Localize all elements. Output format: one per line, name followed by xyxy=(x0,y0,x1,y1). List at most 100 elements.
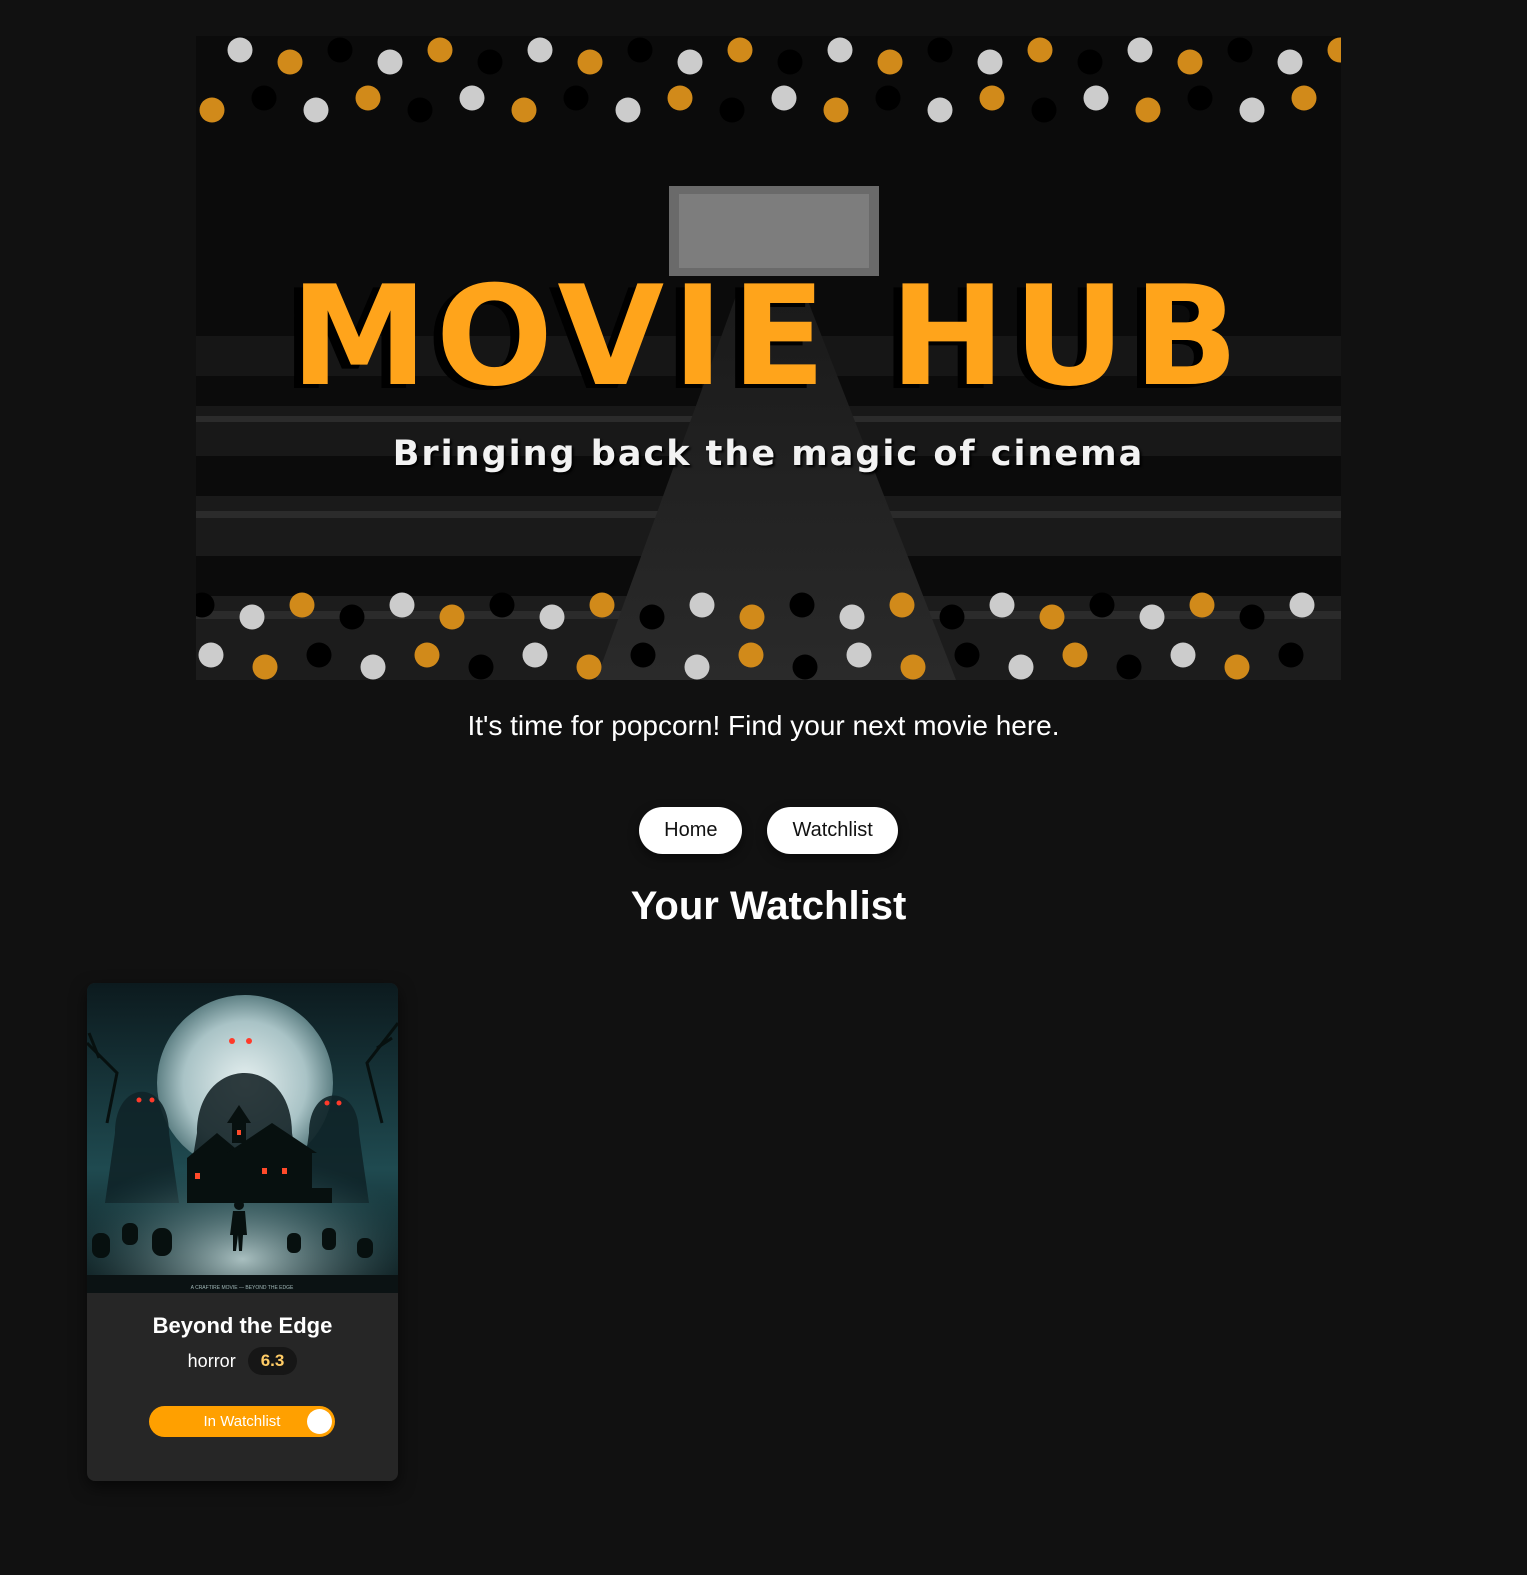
confetti-dot xyxy=(1039,604,1065,630)
confetti-dot xyxy=(977,49,1003,75)
confetti-dot xyxy=(877,49,903,75)
confetti-dot xyxy=(522,642,548,668)
confetti-dot xyxy=(639,604,665,630)
confetti-dot xyxy=(407,97,433,123)
confetti-dot xyxy=(954,642,980,668)
confetti-dot xyxy=(377,49,403,75)
confetti-dot xyxy=(1127,37,1153,63)
tagline: It's time for popcorn! Find your next mo… xyxy=(467,710,1060,741)
confetti-dot xyxy=(306,642,332,668)
confetti-dot xyxy=(1077,49,1103,75)
site-title: MOVIE HUB xyxy=(290,256,1247,417)
movie-genre: horror xyxy=(187,1350,236,1371)
confetti-dot xyxy=(1062,642,1088,668)
confetti-dot xyxy=(414,642,440,668)
confetti-dot xyxy=(563,85,589,111)
confetti-dot xyxy=(1027,37,1053,63)
confetti-dot xyxy=(823,97,849,123)
hero-banner: MOVIE HUB Bringing back the magic of cin… xyxy=(196,36,1341,680)
confetti-dot xyxy=(1277,49,1303,75)
confetti-dot xyxy=(251,85,277,111)
main-nav: Home Watchlist xyxy=(0,807,1527,854)
confetti-dot xyxy=(677,49,703,75)
confetti-dot xyxy=(1135,97,1161,123)
confetti-dot xyxy=(839,604,865,630)
confetti-dot xyxy=(439,604,465,630)
confetti-dot xyxy=(846,642,872,668)
confetti-dot xyxy=(589,592,615,618)
confetti-dot xyxy=(459,85,485,111)
poster-caption: A CRAFTIRE MOVIE — BEYOND THE EDGE xyxy=(191,1285,294,1291)
confetti-dot xyxy=(289,592,315,618)
confetti-dot xyxy=(771,85,797,111)
confetti-dot xyxy=(889,592,915,618)
confetti-dot xyxy=(1187,85,1213,111)
confetti-dot xyxy=(630,642,656,668)
home-button[interactable]: Home xyxy=(639,807,743,854)
confetti-dot xyxy=(1083,85,1109,111)
confetti-dot xyxy=(1170,642,1196,668)
confetti-dot xyxy=(1031,97,1057,123)
confetti-dot xyxy=(489,592,515,618)
confetti-dot xyxy=(1227,37,1253,63)
confetti-dot xyxy=(1116,654,1142,680)
confetti-dot xyxy=(577,49,603,75)
confetti-dot xyxy=(327,37,353,63)
confetti-dot xyxy=(539,604,565,630)
confetti-dot xyxy=(939,604,965,630)
confetti-dot xyxy=(1239,604,1265,630)
confetti-dot xyxy=(239,604,265,630)
confetti-dot xyxy=(477,49,503,75)
confetti-dot xyxy=(277,49,303,75)
confetti-dot xyxy=(979,85,1005,111)
confetti-dot xyxy=(739,604,765,630)
confetti-dot xyxy=(719,97,745,123)
page: MOVIE HUB Bringing back the magic of cin… xyxy=(0,0,1527,1575)
confetti-dot xyxy=(684,654,710,680)
movie-card[interactable]: A CRAFTIRE MOVIE — BEYOND THE EDGE Beyon… xyxy=(87,983,398,1481)
confetti-dot xyxy=(427,37,453,63)
confetti-dot xyxy=(789,592,815,618)
confetti-dot xyxy=(615,97,641,123)
confetti-dot xyxy=(927,97,953,123)
confetti-dot xyxy=(1278,642,1304,668)
confetti-dot xyxy=(1177,49,1203,75)
confetti-dot xyxy=(576,654,602,680)
confetti-dot xyxy=(927,37,953,63)
confetti-dot xyxy=(339,604,365,630)
confetti-dot xyxy=(738,642,764,668)
confetti-dot xyxy=(198,642,224,668)
confetti-dot xyxy=(511,97,537,123)
confetti-dot xyxy=(627,37,653,63)
confetti-dot xyxy=(792,654,818,680)
confetti-dot xyxy=(989,592,1015,618)
rating-badge: 6.3 xyxy=(247,1347,298,1375)
confetti-dot xyxy=(1291,85,1317,111)
site-subtitle: Bringing back the magic of cinema xyxy=(392,434,1145,474)
confetti-dot xyxy=(827,37,853,63)
confetti-dot xyxy=(667,85,693,111)
confetti-dot xyxy=(1139,604,1165,630)
confetti-dot xyxy=(227,37,253,63)
confetti-dot xyxy=(468,654,494,680)
confetti-dot xyxy=(199,97,225,123)
watchlist-toggle[interactable]: In Watchlist xyxy=(149,1406,335,1437)
confetti-dot xyxy=(1189,592,1215,618)
confetti-dot xyxy=(360,654,386,680)
confetti-dot xyxy=(1224,654,1250,680)
confetti-dot xyxy=(689,592,715,618)
confetti-dot xyxy=(389,592,415,618)
confetti-dot xyxy=(727,37,753,63)
watchlist-button[interactable]: Watchlist xyxy=(767,807,898,854)
confetti-dot xyxy=(777,49,803,75)
confetti-dot xyxy=(1089,592,1115,618)
confetti-dot xyxy=(1008,654,1034,680)
confetti-dot xyxy=(303,97,329,123)
toggle-knob xyxy=(307,1409,332,1434)
movie-title: Beyond the Edge xyxy=(152,1313,333,1338)
movie-poster: A CRAFTIRE MOVIE — BEYOND THE EDGE xyxy=(87,983,398,1293)
confetti-dot xyxy=(1289,592,1315,618)
section-title: Your Watchlist xyxy=(630,884,907,928)
confetti-dot xyxy=(1239,97,1265,123)
confetti-dot xyxy=(900,654,926,680)
